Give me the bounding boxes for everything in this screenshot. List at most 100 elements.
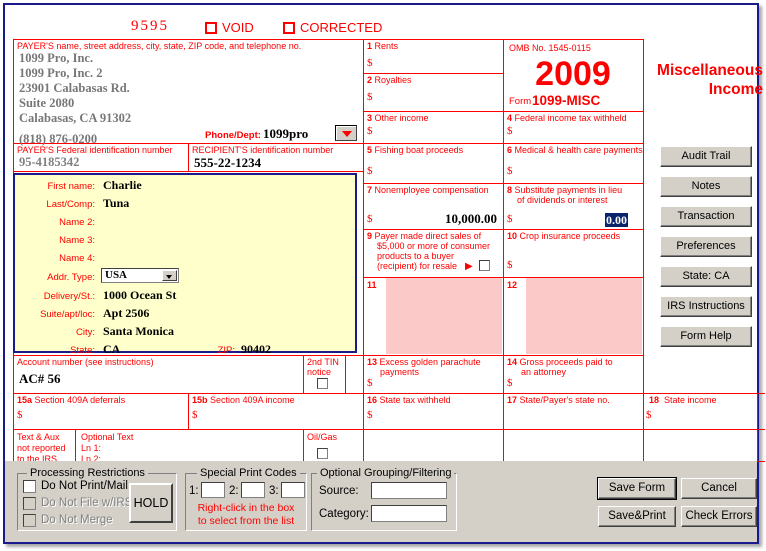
processing-restrictions-title: Processing Restrictions [27,467,148,479]
account-value[interactable]: AC# 56 [19,371,61,387]
print-codes-note: Right-click in the box to select from th… [185,502,307,528]
state-label: State: [70,345,95,356]
city-label: City: [76,327,95,338]
box3-label: 3 Other income [367,113,429,123]
notes-label: Notes [691,180,721,192]
box13-dollar-sign: $ [367,377,373,389]
box9-checkbox[interactable] [479,260,490,271]
recipient-tin-value[interactable]: 555-22-1234 [194,155,261,171]
addr-type-select[interactable]: USA [101,268,179,283]
phone-dept-value[interactable]: 1099pro [263,126,308,142]
chevron-down-icon[interactable] [162,270,177,281]
delivery-label: Delivery/St.: [43,291,95,302]
box16-label: 16 State tax withheld [367,395,451,405]
aux-line1: Text & Aux [17,432,60,442]
last-company-value[interactable]: Tuna [103,196,129,211]
box8-value[interactable]: 0.00 [605,213,628,227]
second-tin-label-line2: notice [307,367,332,377]
corrected-checkbox[interactable] [283,22,295,34]
grid-line [757,393,758,461]
box16-dollar-sign: $ [367,409,373,421]
zip-label: ZIP: [217,345,235,356]
suite-value[interactable]: Apt 2506 [103,306,149,321]
aux-line2: not reported [17,443,66,453]
recipient-panel: First name: Charlie Last/Comp: Tuna Name… [13,173,357,356]
delivery-value[interactable]: 1000 Ocean St [103,288,176,303]
void-checkbox[interactable] [205,22,217,34]
box8-value-wrap[interactable]: 0.00 [605,211,628,229]
check-errors-label: Check Errors [685,510,753,522]
notes-button[interactable]: Notes [660,176,752,197]
name4-label: Name 4: [59,253,95,264]
account-caption: Account number (see instructions) [17,357,154,367]
category-label: Category: [319,508,369,520]
bottom-toolbar: Processing Restrictions Do Not Print/Mai… [5,461,757,542]
preferences-button[interactable]: Preferences [660,236,752,257]
aux-ln1-label[interactable]: Ln 1: [81,443,101,454]
box7-value[interactable]: 10,000.00 [377,211,497,227]
name3-label: Name 3: [59,235,95,246]
box15a-label: 15a Section 409A deferrals [17,395,126,405]
hold-label: HOLD [133,496,169,510]
box13-label-line2: payments [380,367,420,377]
grid-line [503,39,504,461]
form-help-label: Form Help [680,330,732,342]
oil-gas-checkbox[interactable] [317,448,328,459]
box10-label: 10 Crop insurance proceeds [507,231,621,241]
box5-label: 5 Fishing boat proceeds [367,145,464,155]
irs-instructions-label: IRS Instructions [667,300,745,312]
cancel-button[interactable]: Cancel [681,478,757,499]
optional-text-label: Optional Text [81,432,134,442]
hold-button[interactable]: HOLD [129,483,173,523]
print-code-1-input[interactable] [201,482,225,498]
box3-dollar-sign: $ [367,125,373,137]
box2-dollar-sign: $ [367,91,373,103]
transaction-label: Transaction [677,210,735,222]
box8-label-line2: of dividends or interest [517,195,608,205]
irs-instructions-button[interactable]: IRS Instructions [660,296,752,317]
grid-line [363,39,364,461]
box9-label-line4: (recipient) for resale [377,261,458,271]
phone-dept-dropdown-icon[interactable] [335,125,357,141]
do-not-print-mail-checkbox[interactable] [23,480,36,493]
box1-label: 1 Rents [367,41,399,51]
recipient-tin-caption: RECIPIENT'S identification number [192,145,334,155]
box4-dollar-sign: $ [507,125,513,137]
print-codes-note-line1: Right-click in the box [197,502,295,514]
form-help-button[interactable]: Form Help [660,326,752,347]
box14-label: 14 Gross proceeds paid to [507,357,613,367]
box8-dollar-sign: $ [507,213,513,225]
second-tin-checkbox[interactable] [317,378,328,389]
box4-label: 4 Federal income tax withheld [507,113,627,123]
form-label: Form [509,96,532,107]
box13-label: 13 Excess golden parachute [367,357,481,367]
box17-label: 17 State/Payer's state no. [507,395,610,405]
transaction-button[interactable]: Transaction [660,206,752,227]
print-code-3-input[interactable] [281,482,305,498]
box14-dollar-sign: $ [507,377,513,389]
box18-label: 18 State income [649,395,717,405]
phone-dept-label: Phone/Dept: [205,130,261,141]
addr-type-label: Addr. Type: [47,272,95,283]
form-title: Miscellaneous Income [615,61,763,99]
void-checkbox-group[interactable]: VOID [205,20,254,35]
print-code-2-input[interactable] [241,482,265,498]
box6-dollar-sign: $ [507,165,513,177]
category-input[interactable] [371,505,447,522]
save-form-button[interactable]: Save Form [597,477,677,500]
box15b-dollar-sign: $ [192,409,198,421]
cancel-label: Cancel [701,482,737,494]
zip-value[interactable]: 90402 [241,342,271,357]
city-value[interactable]: Santa Monica [103,324,174,339]
box6-label: 6 Medical & health care payments [507,145,643,155]
check-errors-button[interactable]: Check Errors [681,506,757,527]
first-name-value[interactable]: Charlie [103,178,142,193]
save-print-button[interactable]: Save&Print [598,506,676,527]
corrected-checkbox-group[interactable]: CORRECTED [283,20,382,35]
state-value[interactable]: CA [103,342,120,357]
grid-line [303,355,304,393]
audit-trail-button[interactable]: Audit Trail [660,146,752,167]
payer-line-3: 23901 Calabasas Rd. [19,81,130,95]
state-button[interactable]: State: CA [660,266,752,287]
source-input[interactable] [371,482,447,499]
